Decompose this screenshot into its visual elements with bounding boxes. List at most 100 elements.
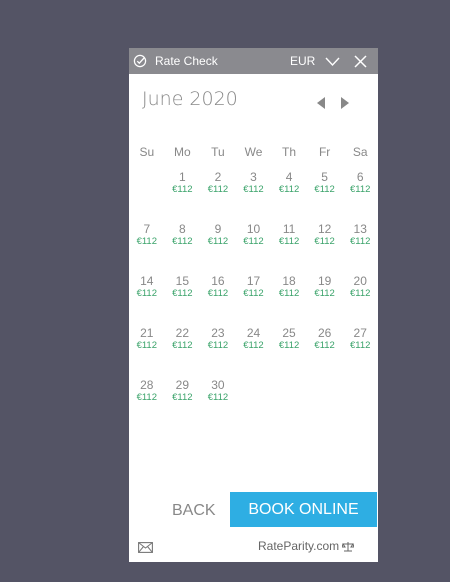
- day-number: 10: [246, 222, 261, 236]
- day-number: 6: [356, 170, 364, 184]
- calendar-day[interactable]: 8 €112: [165, 222, 201, 274]
- calendar-day[interactable]: 26 €112: [307, 326, 343, 378]
- weekday-label: We: [244, 145, 263, 159]
- day-price: €112: [172, 340, 193, 351]
- day-price: €112: [243, 236, 264, 247]
- calendar-day[interactable]: 27 €112: [342, 326, 378, 378]
- day-number: 13: [353, 222, 367, 236]
- calendar-day[interactable]: 6 €112: [342, 170, 378, 222]
- weekday-label: Su: [139, 145, 155, 159]
- weekday-label: Fr: [318, 145, 331, 159]
- day-number: 28: [140, 378, 154, 392]
- calendar-day[interactable]: 7 €112: [129, 222, 165, 274]
- day-price: €112: [243, 340, 264, 351]
- calendar-day[interactable]: 30 €112: [200, 378, 236, 430]
- day-number: 2: [214, 170, 222, 184]
- day-number: 14: [140, 274, 154, 288]
- day-number: 20: [353, 274, 367, 288]
- day-number: 9: [214, 222, 222, 236]
- calendar-day[interactable]: 10 €112: [236, 222, 272, 274]
- widget-title: Rate Check: [155, 54, 218, 68]
- calendar-day[interactable]: 13 €112: [342, 222, 378, 274]
- day-number: 12: [317, 222, 332, 236]
- day-number: 18: [282, 274, 296, 288]
- calendar-day[interactable]: 23 €112: [200, 326, 236, 378]
- calendar-day[interactable]: 3 €112: [236, 170, 272, 222]
- day-price: €112: [207, 392, 229, 403]
- day-price: €112: [278, 184, 300, 195]
- day-price: €112: [136, 392, 157, 403]
- calendar-day[interactable]: 14 €112: [129, 274, 165, 326]
- weekday-label: Tu: [211, 145, 225, 159]
- day-price: €112: [243, 288, 264, 299]
- weekday-header: Su Mo Tu We Th Fr Sa: [129, 145, 378, 161]
- empty-day-cell: [129, 170, 165, 222]
- calendar-day[interactable]: 22 €112: [165, 326, 201, 378]
- calendar-day[interactable]: 28 €112: [129, 378, 165, 430]
- day-number: 4: [285, 170, 293, 184]
- brand-label: RateParity.com: [258, 539, 340, 553]
- day-price: €112: [349, 184, 371, 195]
- day-price: €112: [172, 236, 193, 247]
- next-month-icon[interactable]: [339, 96, 351, 110]
- day-number: 23: [211, 326, 225, 340]
- day-price: €112: [243, 184, 264, 195]
- day-number: 7: [143, 222, 151, 236]
- weekday-label: Mo: [174, 145, 191, 159]
- check-circle-icon: [133, 54, 147, 68]
- day-price: €112: [349, 236, 371, 247]
- calendar-day[interactable]: 29 €112: [165, 378, 201, 430]
- day-number: 27: [353, 326, 367, 340]
- day-price: €112: [278, 236, 300, 247]
- calendar-day[interactable]: 18 €112: [271, 274, 307, 326]
- calendar-day[interactable]: 9 €112: [200, 222, 236, 274]
- month-navigation: June 2020: [129, 74, 378, 120]
- calendar-day[interactable]: 4 €112: [271, 170, 307, 222]
- calendar-day[interactable]: 19 €112: [307, 274, 343, 326]
- mail-icon[interactable]: [138, 542, 153, 553]
- day-price: €112: [314, 288, 335, 299]
- chevron-down-icon[interactable]: [325, 56, 340, 67]
- calendar-day[interactable]: 24 €112: [236, 326, 272, 378]
- day-price: €112: [207, 184, 229, 195]
- day-price: €112: [349, 288, 371, 299]
- day-price: €112: [136, 340, 157, 351]
- calendar-day[interactable]: 25 €112: [271, 326, 307, 378]
- brand-link[interactable]: RateParity.com: [258, 539, 355, 553]
- day-price: €112: [136, 288, 157, 299]
- day-price: €112: [136, 236, 157, 247]
- day-number: 29: [175, 378, 190, 392]
- day-number: 25: [282, 326, 296, 340]
- day-price: €112: [349, 340, 371, 351]
- month-title: June 2020: [142, 88, 238, 110]
- close-icon[interactable]: [354, 55, 367, 68]
- day-number: 16: [211, 274, 225, 288]
- day-number: 22: [175, 326, 190, 340]
- day-number: 1: [179, 170, 186, 184]
- calendar-day[interactable]: 16 €112: [200, 274, 236, 326]
- currency-selector[interactable]: EUR: [290, 54, 315, 68]
- day-number: 17: [246, 274, 261, 288]
- day-price: €112: [172, 184, 193, 195]
- day-number: 26: [317, 326, 332, 340]
- calendar-day[interactable]: 20 €112: [342, 274, 378, 326]
- day-price: €112: [278, 340, 300, 351]
- day-number: 21: [140, 326, 154, 340]
- calendar-day[interactable]: 2 €112: [200, 170, 236, 222]
- book-online-button[interactable]: BOOK ONLINE: [230, 492, 377, 527]
- calendar-day[interactable]: 5 €112: [307, 170, 343, 222]
- back-button[interactable]: BACK: [172, 502, 216, 520]
- calendar-day[interactable]: 21 €112: [129, 326, 165, 378]
- day-price: €112: [172, 392, 193, 403]
- calendar-day[interactable]: 11 €112: [271, 222, 307, 274]
- weekday-label: Sa: [352, 145, 368, 159]
- day-price: €112: [172, 288, 193, 299]
- calendar-day[interactable]: 17 €112: [236, 274, 272, 326]
- calendar-day[interactable]: 1 €112: [165, 170, 201, 222]
- calendar-day[interactable]: 12 €112: [307, 222, 343, 274]
- calendar-day[interactable]: 15 €112: [165, 274, 201, 326]
- day-price: €112: [314, 236, 335, 247]
- prev-month-icon[interactable]: [315, 96, 327, 110]
- day-number: 5: [321, 170, 328, 184]
- rate-check-widget: Rate Check EUR June 2020 Su Mo Tu We Th …: [129, 48, 378, 562]
